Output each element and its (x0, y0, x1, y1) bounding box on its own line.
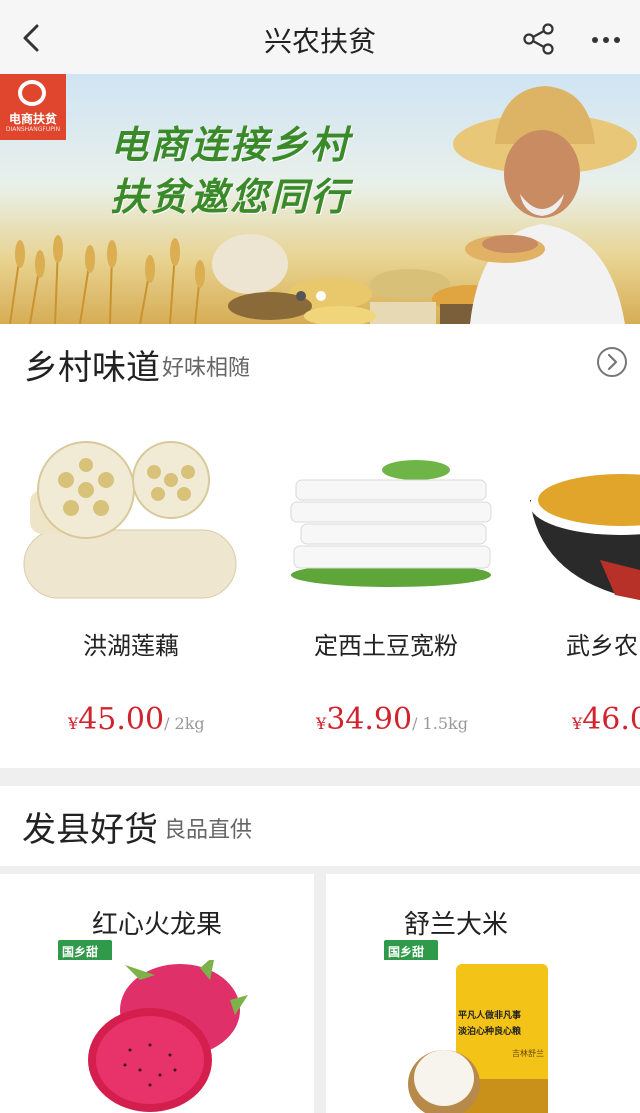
slogan-line-2: 扶贫邀您同行 (110, 174, 351, 219)
product-name: 红心火龙果 (91, 910, 222, 940)
section-subtitle: 好味相随 (162, 356, 251, 381)
logo-text: 电商扶贫 (8, 112, 57, 126)
carousel-dot[interactable] (296, 291, 306, 301)
top-nav-bar: 兴农扶贫 (0, 0, 640, 74)
bag-text: 淡泊心种良心粮 (458, 1027, 522, 1037)
bag-text: 吉林舒兰 (512, 1049, 544, 1058)
millet-image (530, 474, 640, 600)
section-title: 乡村味道 (24, 348, 160, 388)
product-price: ¥46.0 (572, 702, 640, 737)
farmer-illustration (453, 86, 637, 324)
product-name: 武乡农 (566, 632, 638, 660)
lotus-root-image (23, 441, 237, 599)
logo-badge: 电商扶贫 DIANSHANGFUPIN (0, 74, 66, 140)
chevron-circle-right-icon[interactable] (596, 346, 628, 378)
product-name: 舒兰大米 (403, 910, 508, 940)
dragon-fruit-image (88, 960, 248, 1112)
product-price: ¥45.00/ 2kg (68, 702, 205, 737)
logo-subtext: DIANSHANGFUPIN (5, 126, 61, 133)
section-title: 发县好货 (22, 810, 158, 850)
potato-noodles-image (290, 460, 492, 587)
carousel-dot[interactable] (316, 291, 326, 301)
product-price: ¥34.90/ 1.5kg (316, 702, 468, 737)
section-subtitle: 良品直供 (164, 818, 253, 843)
promo-banner[interactable]: 电商扶贫 DIANSHANGFUPIN 电商连接乡村 扶贫邀您同行 (0, 74, 640, 324)
product-name: 洪湖莲藕 (83, 632, 179, 660)
logo-icon (18, 80, 46, 106)
carousel-dots (296, 286, 336, 305)
bag-text: 平凡人做非凡事 (458, 1011, 522, 1021)
share-icon[interactable] (522, 22, 556, 56)
slogan-line-1: 电商连接乡村 (110, 122, 351, 167)
more-dots-icon[interactable] (588, 24, 624, 54)
rice-bowl-image (408, 1050, 480, 1113)
product-name: 定西土豆宽粉 (314, 632, 458, 660)
brand-badge: 国乡甜 (384, 940, 438, 968)
